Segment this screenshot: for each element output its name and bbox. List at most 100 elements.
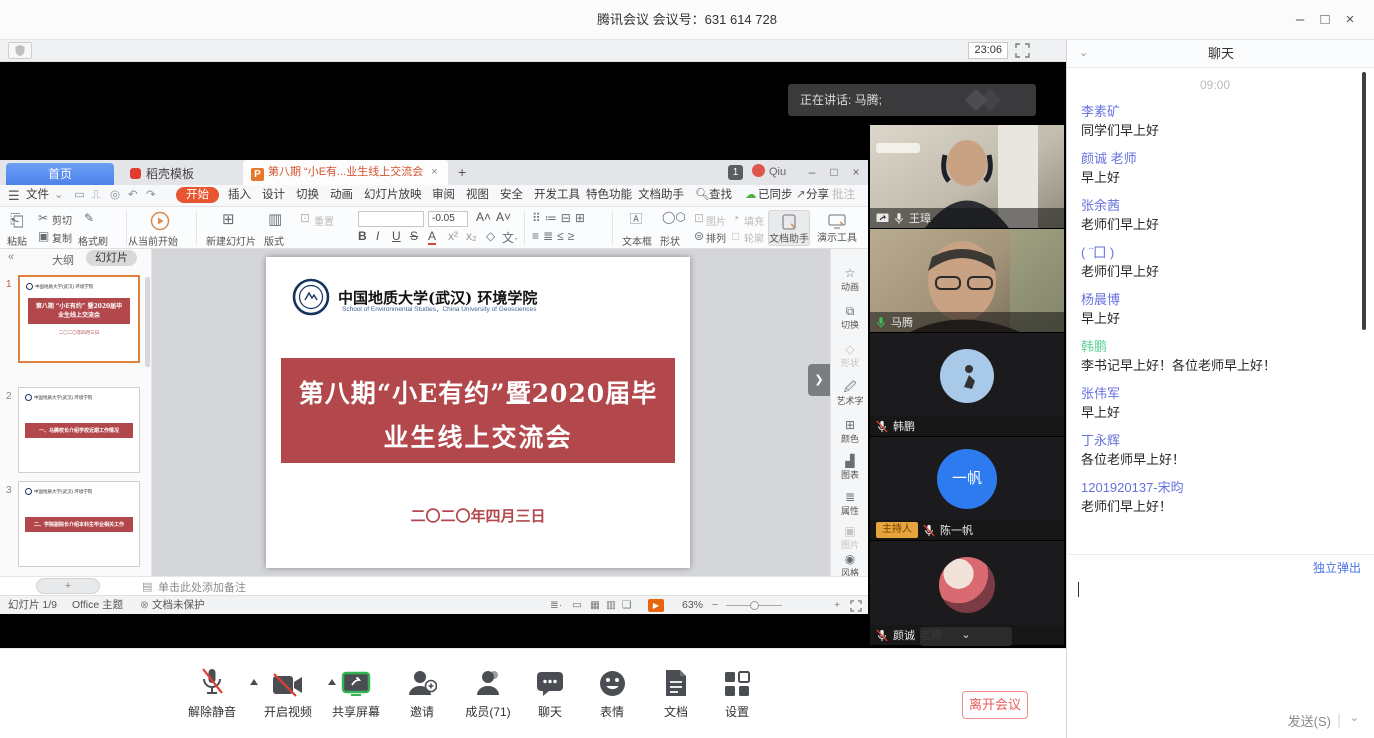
view-normal-icon[interactable]: ≣· — [550, 596, 562, 614]
wps-account[interactable]: Qiu — [752, 164, 786, 178]
menu-tab-security[interactable]: 安全 — [500, 185, 523, 206]
theme-label[interactable]: Office 主题 — [72, 596, 123, 614]
textbox-icon[interactable]: 🄰 — [630, 210, 642, 227]
settings-button[interactable]: 设置 — [705, 663, 769, 720]
panel-color[interactable]: ⊞颜色 — [831, 419, 869, 445]
play-from-current-icon[interactable] — [150, 211, 170, 231]
bold-button[interactable]: B — [358, 229, 367, 243]
start-video-button[interactable]: 开启视频 — [256, 663, 320, 720]
video-tile-hanpeng[interactable]: 韩鹏 — [870, 333, 1064, 436]
new-slide-label[interactable]: 新建幻灯片 — [206, 233, 256, 248]
menu-tab-insert[interactable]: 插入 — [228, 185, 251, 206]
textbox-label[interactable]: 文本框 — [622, 233, 652, 248]
tab-close-icon[interactable]: × — [431, 166, 437, 178]
sender-name[interactable]: 张余茜 — [1081, 196, 1349, 215]
view-notes-icon[interactable]: ❏ — [622, 596, 631, 614]
panel-transition[interactable]: ⧉切换 — [831, 305, 869, 331]
slide-thumbnail-2[interactable]: 中国地质大学(武汉) 环境学院 一、马腾校长介绍学校近期工作情况 — [18, 387, 140, 473]
menu-tab-start[interactable]: 开始 — [176, 187, 219, 203]
current-slide[interactable]: 中国地质大学(武汉) 环境学院 School of Environmental … — [266, 257, 690, 568]
preview-icon[interactable]: ◎ — [110, 185, 120, 206]
slideshow-play-button[interactable]: ▶ — [648, 599, 664, 612]
redo-icon[interactable]: ↷ — [146, 185, 156, 206]
paste-label[interactable]: 粘贴 — [7, 233, 27, 248]
chat-button[interactable]: 聊天 — [518, 663, 582, 720]
video-tile-chenyifan[interactable]: 一帆 主持人 陈一帆 — [870, 437, 1064, 540]
play-from-current-label[interactable]: 从当前开始 — [128, 233, 178, 248]
shape-icon[interactable]: ◯⬡ — [662, 210, 686, 224]
align-icons[interactable]: ≡≣≤≥ — [532, 229, 578, 243]
paste-icon[interactable]: ⎗ — [10, 211, 24, 231]
share-screen-button[interactable]: 共享屏幕 — [324, 663, 388, 720]
italic-button[interactable]: I — [376, 229, 379, 243]
docs-button[interactable]: 文档 — [644, 663, 708, 720]
superscript-icon[interactable]: x² — [448, 229, 458, 243]
view-columns-icon[interactable]: ▥ — [606, 596, 616, 614]
chat-scrollbar[interactable] — [1362, 72, 1366, 330]
members-button[interactable]: 成员(71) — [456, 663, 520, 720]
highlight-icon[interactable]: ◇ — [486, 229, 495, 243]
sender-name[interactable]: 李素矿 — [1081, 102, 1349, 121]
font-name-combo[interactable] — [358, 211, 424, 227]
slides-tab[interactable]: 幻灯片 — [86, 250, 137, 266]
synced-label[interactable]: 已同步 — [758, 185, 793, 206]
sender-name[interactable]: 张伟军 — [1081, 384, 1349, 403]
save-icon[interactable]: ▭ — [74, 185, 85, 206]
sender-name[interactable]: ( ¨囗 ) — [1081, 243, 1349, 262]
arrange-icon[interactable]: ⊜ — [694, 229, 704, 243]
collapse-videos-button[interactable]: ⌄ — [920, 627, 1012, 646]
sender-name[interactable]: 1201920137-宋昀 — [1081, 478, 1349, 497]
sidebar-collapse-icon[interactable]: « — [8, 251, 14, 263]
layout-icon[interactable]: ▥ — [268, 210, 282, 228]
shape-label[interactable]: 形状 — [660, 233, 680, 248]
menu-tab-features[interactable]: 特色功能 — [586, 185, 632, 206]
fit-screen-icon[interactable] — [850, 600, 862, 612]
present-tools-button[interactable]: 演示工具 — [814, 210, 860, 246]
panel-properties[interactable]: ≣属性 — [831, 491, 869, 517]
unmute-button[interactable]: 解除静音 — [180, 663, 244, 720]
layout-label[interactable]: 版式 — [264, 233, 284, 248]
protect-label[interactable]: 文档未保护 — [152, 596, 205, 614]
sender-name[interactable]: 丁永辉 — [1081, 431, 1349, 450]
print-icon[interactable]: ⎍ — [92, 185, 100, 206]
copy-icon[interactable]: ▣ — [38, 229, 49, 243]
menu-tab-design[interactable]: 设计 — [262, 185, 285, 206]
menu-find[interactable]: 查找 — [709, 185, 732, 206]
chat-message-list[interactable]: 09:00 李素矿同学们早上好 颜诚 老师早上好 张余茜老师们早上好 ( ¨囗 … — [1067, 68, 1363, 556]
strike-button[interactable]: S — [410, 229, 418, 243]
new-tab-button[interactable]: + — [458, 164, 466, 180]
view-grid-icon[interactable]: ▦ — [590, 596, 600, 614]
undo-icon[interactable]: ↶ — [128, 185, 138, 206]
outline-tab[interactable]: 大纲 — [52, 252, 74, 268]
wps-tab-home[interactable]: 首页 — [6, 163, 114, 185]
list-bullets-icon[interactable]: ⠿≔⊟⊞ — [532, 211, 589, 225]
menu-tab-animation[interactable]: 动画 — [330, 185, 353, 206]
wps-tab-document[interactable]: P第八期 “小E有...业生线上交流会× — [243, 160, 448, 185]
wps-tab-docer[interactable]: 稻壳模板 — [120, 163, 238, 185]
underline-button[interactable]: U — [392, 229, 401, 243]
cut-icon[interactable]: ✂ — [38, 211, 48, 225]
more-font-icon[interactable]: 文· — [502, 229, 518, 246]
menu-tab-slideshow[interactable]: 幻灯片放映 — [364, 185, 422, 206]
video-tile-wangzhang[interactable]: 王璋 — [870, 125, 1064, 228]
cut-label[interactable]: 剪切 — [52, 212, 72, 227]
font-color-button[interactable]: A — [428, 229, 436, 245]
video-tile-mateng[interactable]: 马腾 — [870, 229, 1064, 332]
maximize-button[interactable]: □ — [1313, 0, 1337, 40]
notes-placeholder[interactable]: 单击此处添加备注 — [158, 579, 246, 595]
panel-chart[interactable]: ▟图表 — [831, 455, 869, 481]
new-slide-icon[interactable]: ⊞ — [222, 210, 235, 228]
panel-animation[interactable]: ☆动画 — [831, 267, 869, 293]
panel-wordart[interactable]: 🖉艺术字 — [831, 381, 869, 407]
sender-name[interactable]: 杨晨博 — [1081, 290, 1349, 309]
grow-font-icon[interactable]: A˄ — [476, 210, 491, 224]
wps-minimize-button[interactable]: – — [802, 160, 822, 185]
popout-chat-link[interactable]: 独立弹出 — [1313, 559, 1361, 576]
menu-tab-devtools[interactable]: 开发工具 — [534, 185, 580, 206]
format-painter-icon[interactable]: ✎ — [84, 211, 94, 225]
send-button[interactable]: 发送(S) — [1288, 711, 1331, 730]
format-painter-label[interactable]: 格式刷 — [78, 233, 108, 248]
zoom-slider-knob[interactable] — [750, 601, 759, 610]
menu-file[interactable]: 文件 — [26, 185, 49, 206]
close-button[interactable]: × — [1338, 0, 1362, 40]
